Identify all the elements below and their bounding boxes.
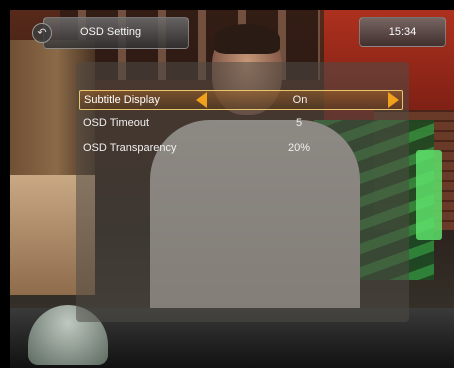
clock: 15:34 <box>359 17 446 47</box>
letterbox-top <box>0 0 454 10</box>
osd-title-bar: ↶ OSD Setting <box>32 17 189 49</box>
menu-item-label: Subtitle Display <box>84 94 160 106</box>
menu-item-osd-timeout[interactable]: OSD Timeout 5 <box>79 114 401 132</box>
menu-item-label: OSD Timeout <box>83 117 150 129</box>
back-icon[interactable]: ↶ <box>32 23 52 43</box>
menu-item-value: 5 <box>295 117 303 129</box>
arrow-left-icon[interactable] <box>196 92 207 108</box>
chef-hair <box>214 24 280 54</box>
menu-item-osd-transparency[interactable]: OSD Transparency 20% <box>79 139 401 157</box>
arrow-right-icon[interactable] <box>388 92 399 108</box>
menu-item-value: On <box>292 94 308 106</box>
page-title: OSD Setting <box>80 26 142 38</box>
menu-item-value: 20% <box>287 142 311 154</box>
letterbox-left <box>0 0 10 368</box>
green-light-bar <box>416 150 442 240</box>
menu-item-subtitle-display[interactable]: Subtitle Display On <box>79 90 403 110</box>
menu-item-label: OSD Transparency <box>83 142 177 154</box>
